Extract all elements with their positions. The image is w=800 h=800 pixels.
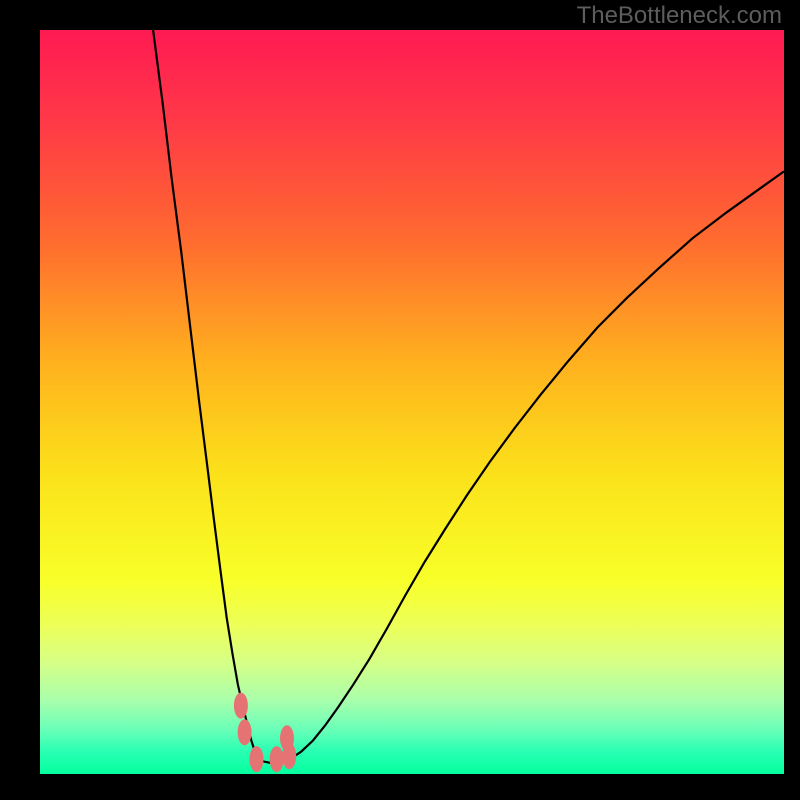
highlight-marker: [234, 693, 248, 719]
highlight-marker: [280, 725, 294, 751]
chart-frame: TheBottleneck.com: [0, 0, 800, 800]
watermark-text: TheBottleneck.com: [577, 2, 782, 30]
plot-area: [40, 30, 784, 774]
highlight-marker: [270, 746, 284, 772]
chart-svg: [40, 30, 784, 774]
highlight-marker: [238, 719, 252, 745]
highlight-marker: [250, 746, 264, 772]
bottleneck-curve: [153, 30, 784, 763]
